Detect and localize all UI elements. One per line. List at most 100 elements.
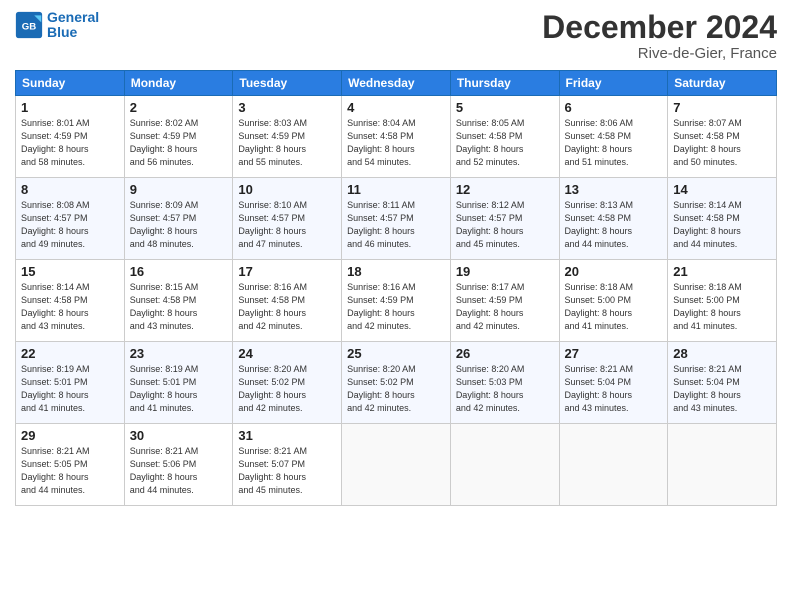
subtitle: Rive-de-Gier, France	[542, 45, 777, 62]
day-cell: 7Sunrise: 8:07 AMSunset: 4:58 PMDaylight…	[668, 96, 777, 178]
day-info: Sunrise: 8:20 AMSunset: 5:03 PMDaylight:…	[456, 363, 554, 415]
col-header-monday: Monday	[124, 71, 233, 96]
day-number: 26	[456, 346, 554, 361]
day-number: 15	[21, 264, 119, 279]
page: GB General Blue December 2024 Rive-de-Gi…	[0, 0, 792, 612]
day-number: 31	[238, 428, 336, 443]
svg-text:GB: GB	[22, 22, 36, 33]
day-info: Sunrise: 8:21 AMSunset: 5:06 PMDaylight:…	[130, 445, 228, 497]
day-info: Sunrise: 8:19 AMSunset: 5:01 PMDaylight:…	[130, 363, 228, 415]
day-cell: 25 Sunrise: 8:20 AMSunset: 5:02 PMDayligh…	[342, 342, 451, 424]
day-cell: 24 Sunrise: 8:20 AMSunset: 5:02 PMDayligh…	[233, 342, 342, 424]
day-number: 29	[21, 428, 119, 443]
day-number: 25	[347, 346, 445, 361]
day-number: 14	[673, 182, 771, 197]
col-header-tuesday: Tuesday	[233, 71, 342, 96]
title-block: December 2024 Rive-de-Gier, France	[542, 10, 777, 62]
day-info: Sunrise: 8:20 AMSunset: 5:02 PMDaylight:…	[238, 363, 336, 415]
day-cell: 31 Sunrise: 8:21 AMSunset: 5:07 PMDayligh…	[233, 424, 342, 506]
logo-text: General Blue	[47, 10, 99, 41]
week-row-1: 1Sunrise: 8:01 AMSunset: 4:59 PMDaylight…	[16, 96, 777, 178]
main-title: December 2024	[542, 10, 777, 45]
day-info: Sunrise: 8:09 AMSunset: 4:57 PMDaylight:…	[130, 199, 228, 251]
day-cell: 12 Sunrise: 8:12 AMSunset: 4:57 PMDayligh…	[450, 178, 559, 260]
logo-line2: Blue	[47, 24, 77, 40]
week-row-3: 15 Sunrise: 8:14 AMSunset: 4:58 PMDayligh…	[16, 260, 777, 342]
day-cell: 30 Sunrise: 8:21 AMSunset: 5:06 PMDayligh…	[124, 424, 233, 506]
day-number: 20	[565, 264, 663, 279]
week-row-5: 29 Sunrise: 8:21 AMSunset: 5:05 PMDayligh…	[16, 424, 777, 506]
col-header-sunday: Sunday	[16, 71, 125, 96]
day-info: Sunrise: 8:14 AMSunset: 4:58 PMDaylight:…	[21, 281, 119, 333]
day-number: 9	[130, 182, 228, 197]
day-info: Sunrise: 8:19 AMSunset: 5:01 PMDaylight:…	[21, 363, 119, 415]
day-cell: 11Sunrise: 8:11 AMSunset: 4:57 PMDayligh…	[342, 178, 451, 260]
day-number: 11	[347, 182, 445, 197]
day-number: 12	[456, 182, 554, 197]
day-cell	[450, 424, 559, 506]
day-cell: 17Sunrise: 8:16 AMSunset: 4:58 PMDayligh…	[233, 260, 342, 342]
col-header-thursday: Thursday	[450, 71, 559, 96]
day-info: Sunrise: 8:06 AMSunset: 4:58 PMDaylight:…	[565, 117, 663, 169]
header-row: SundayMondayTuesdayWednesdayThursdayFrid…	[16, 71, 777, 96]
day-cell: 3 Sunrise: 8:03 AMSunset: 4:59 PMDaylight…	[233, 96, 342, 178]
day-info: Sunrise: 8:10 AMSunset: 4:57 PMDaylight:…	[238, 199, 336, 251]
logo-line1: General	[47, 9, 99, 25]
day-info: Sunrise: 8:04 AMSunset: 4:58 PMDaylight:…	[347, 117, 445, 169]
day-number: 2	[130, 100, 228, 115]
day-number: 16	[130, 264, 228, 279]
day-info: Sunrise: 8:21 AMSunset: 5:04 PMDaylight:…	[673, 363, 771, 415]
logo: GB General Blue	[15, 10, 99, 41]
day-info: Sunrise: 8:03 AMSunset: 4:59 PMDaylight:…	[238, 117, 336, 169]
day-info: Sunrise: 8:20 AMSunset: 5:02 PMDaylight:…	[347, 363, 445, 415]
day-cell: 10 Sunrise: 8:10 AMSunset: 4:57 PMDayligh…	[233, 178, 342, 260]
day-number: 6	[565, 100, 663, 115]
day-number: 4	[347, 100, 445, 115]
day-info: Sunrise: 8:21 AMSunset: 5:07 PMDaylight:…	[238, 445, 336, 497]
day-info: Sunrise: 8:12 AMSunset: 4:57 PMDaylight:…	[456, 199, 554, 251]
day-info: Sunrise: 8:21 AMSunset: 5:04 PMDaylight:…	[565, 363, 663, 415]
day-cell: 18Sunrise: 8:16 AMSunset: 4:59 PMDayligh…	[342, 260, 451, 342]
day-info: Sunrise: 8:21 AMSunset: 5:05 PMDaylight:…	[21, 445, 119, 497]
day-number: 3	[238, 100, 336, 115]
day-info: Sunrise: 8:08 AMSunset: 4:57 PMDaylight:…	[21, 199, 119, 251]
day-cell	[342, 424, 451, 506]
col-header-saturday: Saturday	[668, 71, 777, 96]
day-number: 27	[565, 346, 663, 361]
day-cell	[668, 424, 777, 506]
day-cell: 29 Sunrise: 8:21 AMSunset: 5:05 PMDayligh…	[16, 424, 125, 506]
day-cell: 21Sunrise: 8:18 AMSunset: 5:00 PMDayligh…	[668, 260, 777, 342]
day-number: 30	[130, 428, 228, 443]
day-info: Sunrise: 8:18 AMSunset: 5:00 PMDaylight:…	[565, 281, 663, 333]
week-row-2: 8Sunrise: 8:08 AMSunset: 4:57 PMDaylight…	[16, 178, 777, 260]
day-number: 19	[456, 264, 554, 279]
day-cell: 27 Sunrise: 8:21 AMSunset: 5:04 PMDayligh…	[559, 342, 668, 424]
day-cell	[559, 424, 668, 506]
day-number: 10	[238, 182, 336, 197]
day-cell: 14Sunrise: 8:14 AMSunset: 4:58 PMDayligh…	[668, 178, 777, 260]
week-row-4: 22 Sunrise: 8:19 AMSunset: 5:01 PMDayligh…	[16, 342, 777, 424]
day-cell: 1Sunrise: 8:01 AMSunset: 4:59 PMDaylight…	[16, 96, 125, 178]
day-info: Sunrise: 8:16 AMSunset: 4:58 PMDaylight:…	[238, 281, 336, 333]
day-cell: 5Sunrise: 8:05 AMSunset: 4:58 PMDaylight…	[450, 96, 559, 178]
day-info: Sunrise: 8:01 AMSunset: 4:59 PMDaylight:…	[21, 117, 119, 169]
day-cell: 20 Sunrise: 8:18 AMSunset: 5:00 PMDayligh…	[559, 260, 668, 342]
day-info: Sunrise: 8:18 AMSunset: 5:00 PMDaylight:…	[673, 281, 771, 333]
header: GB General Blue December 2024 Rive-de-Gi…	[15, 10, 777, 62]
day-number: 13	[565, 182, 663, 197]
day-cell: 4 Sunrise: 8:04 AMSunset: 4:58 PMDaylight…	[342, 96, 451, 178]
day-number: 22	[21, 346, 119, 361]
day-cell: 23Sunrise: 8:19 AMSunset: 5:01 PMDayligh…	[124, 342, 233, 424]
day-cell: 26 Sunrise: 8:20 AMSunset: 5:03 PMDayligh…	[450, 342, 559, 424]
day-cell: 28 Sunrise: 8:21 AMSunset: 5:04 PMDayligh…	[668, 342, 777, 424]
day-number: 24	[238, 346, 336, 361]
col-header-wednesday: Wednesday	[342, 71, 451, 96]
day-number: 28	[673, 346, 771, 361]
day-info: Sunrise: 8:02 AMSunset: 4:59 PMDaylight:…	[130, 117, 228, 169]
day-cell: 13Sunrise: 8:13 AMSunset: 4:58 PMDayligh…	[559, 178, 668, 260]
day-cell: 15 Sunrise: 8:14 AMSunset: 4:58 PMDayligh…	[16, 260, 125, 342]
logo-icon: GB	[15, 11, 43, 39]
day-cell: 6 Sunrise: 8:06 AMSunset: 4:58 PMDaylight…	[559, 96, 668, 178]
day-cell: 19Sunrise: 8:17 AMSunset: 4:59 PMDayligh…	[450, 260, 559, 342]
day-info: Sunrise: 8:15 AMSunset: 4:58 PMDaylight:…	[130, 281, 228, 333]
